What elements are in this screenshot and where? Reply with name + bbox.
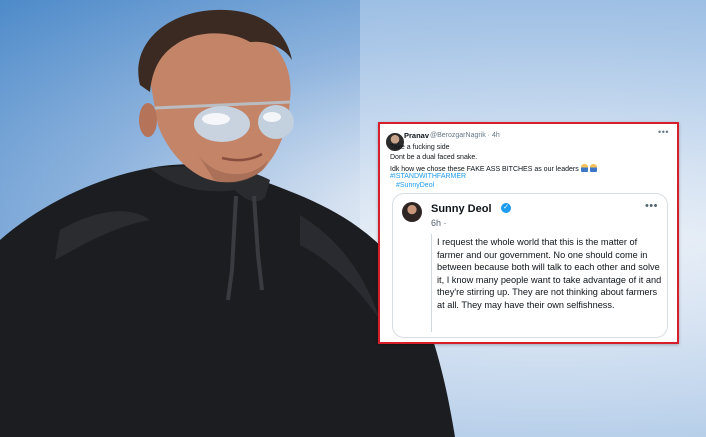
tweet-author-handle[interactable]: @BerozgarNagrik · 4h [430,132,500,139]
quote-thread-line [431,234,432,332]
tweet-line-3-text: Idk how we chose these FAKE ASS BITCHES … [390,166,579,173]
quoted-timestamp: 6h · [431,218,447,228]
quoted-avatar[interactable] [402,202,422,222]
more-horizontal-icon[interactable]: ••• [658,127,669,137]
tweet-line-1: Take a fucking side [390,144,450,151]
tweet-screenshot-card: Pranav @BerozgarNagrik · 4h ••• Take a f… [378,122,679,344]
hashtag-istandwithfarmer[interactable]: #ISTANDWITHFARMER [390,173,466,180]
verified-badge-icon: ✓ [501,203,511,213]
quoted-tweet-body: I request the whole world that this is t… [437,237,662,310]
farmer-emoji-icon [580,164,588,172]
hashtag-sunnydeol[interactable]: #SunnyDeol [396,182,434,189]
tweet-line-2: Dont be a dual faced snake. [390,154,478,161]
tweet-line-3: Idk how we chose these FAKE ASS BITCHES … [390,164,597,173]
tweet-author-name[interactable]: Pranav [404,131,429,140]
more-horizontal-icon[interactable]: ••• [645,200,658,212]
quoted-tweet[interactable]: Sunny Deol ✓ 6h · ••• I request the whol… [392,193,668,338]
quoted-author-name[interactable]: Sunny Deol [431,203,492,215]
farmer-emoji-icon [589,164,597,172]
